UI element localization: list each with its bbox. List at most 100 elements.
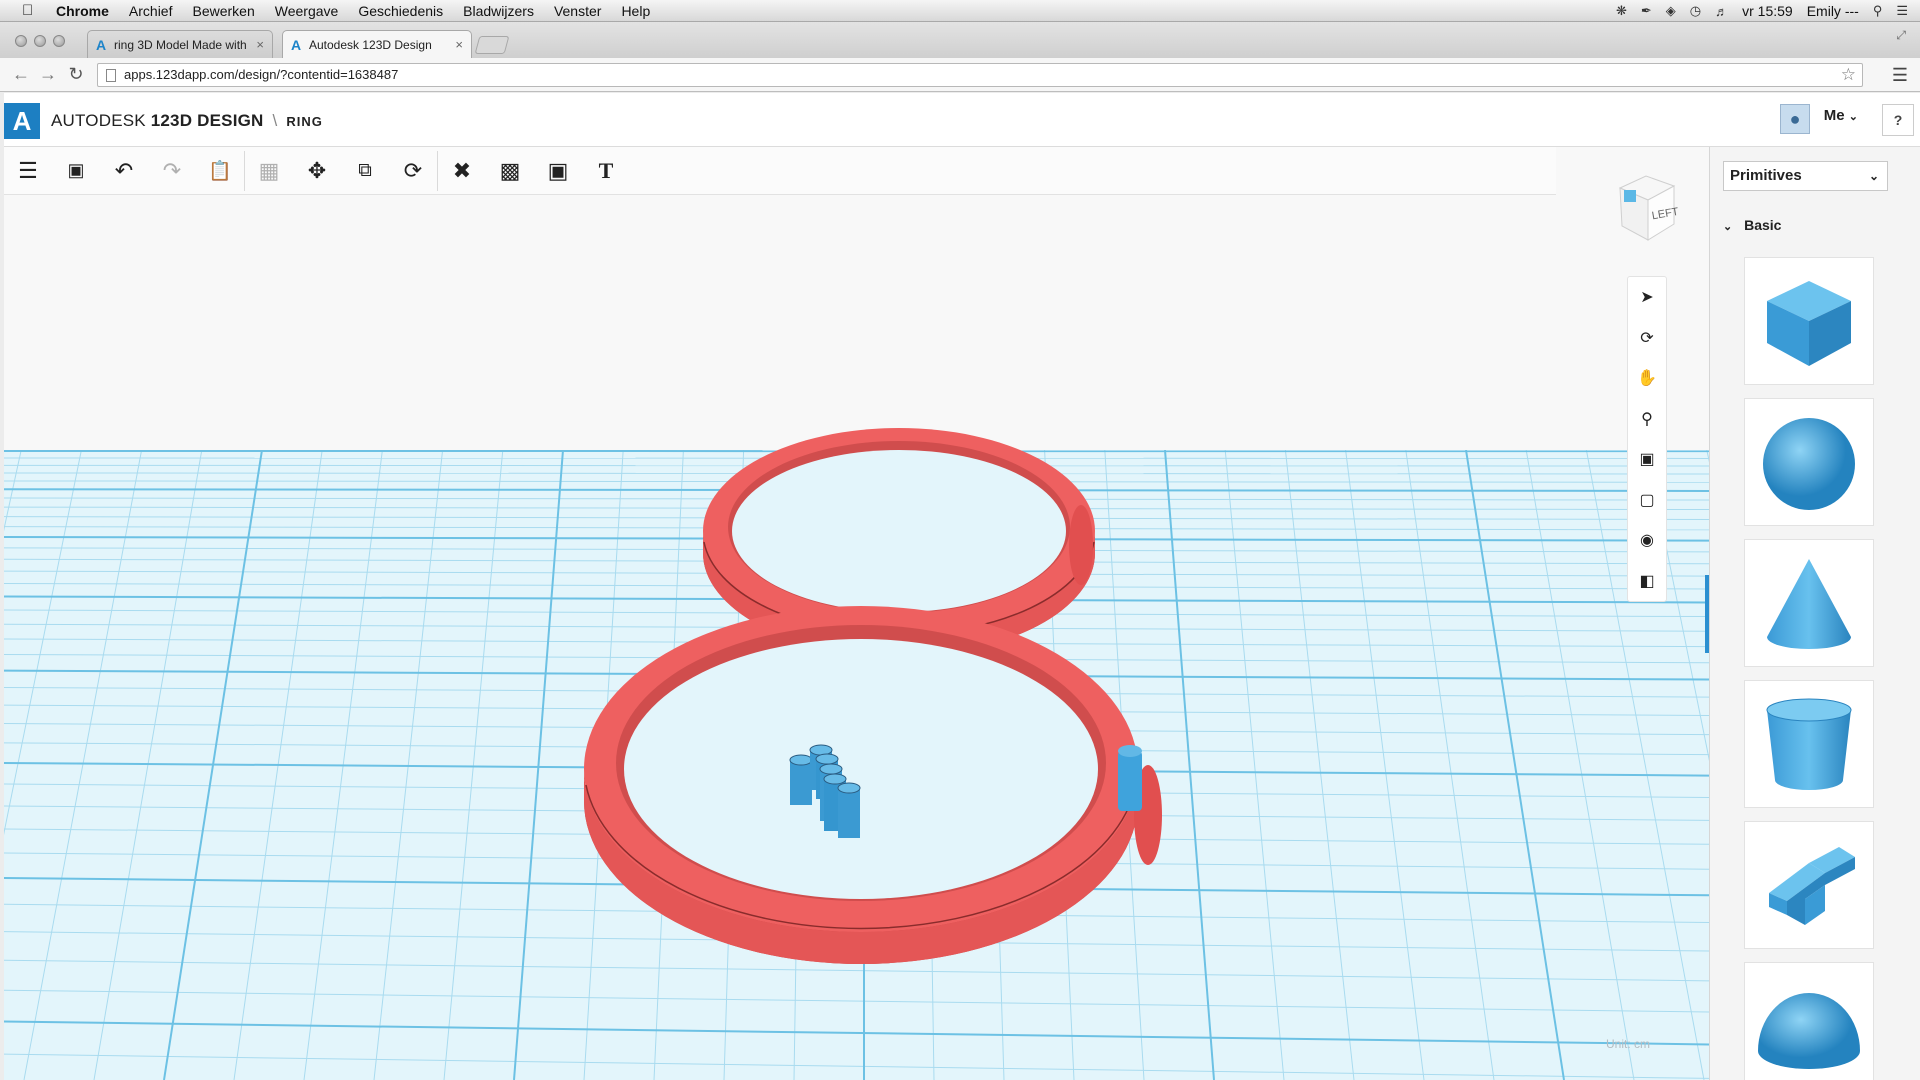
mac-menubar:  Chrome Archief Bewerken Weergave Gesch… xyxy=(0,0,1920,22)
menubar-clock[interactable]: vr 15:59 xyxy=(1742,3,1793,19)
tab-label: ring 3D Model Made with 1 xyxy=(114,37,251,52)
menu-venster[interactable]: Venster xyxy=(554,3,601,19)
fit-frame-icon: ▣ xyxy=(1639,451,1655,469)
menubar-user[interactable]: Emily --- xyxy=(1807,3,1859,19)
select-tool-button[interactable]: ➤ xyxy=(1628,277,1666,318)
move-arrows-icon: ✥ xyxy=(307,157,327,183)
fit-view-button[interactable]: ▣ xyxy=(1628,439,1666,480)
redo-icon: ↷ xyxy=(162,157,182,183)
chevron-down-icon: ⌄ xyxy=(1723,221,1733,233)
redo-button[interactable]: ↷ xyxy=(148,149,196,193)
app-title: AUTODESK 123D DESIGN \ RING xyxy=(51,111,323,131)
apple-icon[interactable]:  xyxy=(22,2,42,19)
cursor-arrow-icon: ➤ xyxy=(1640,289,1654,307)
avatar[interactable]: ● xyxy=(1780,104,1810,134)
browser-tab-autodesk-123d[interactable]: A Autodesk 123D Design × xyxy=(282,30,472,58)
spotlight-search-icon[interactable]: ⚲ xyxy=(1873,3,1883,19)
primitive-box[interactable] xyxy=(1744,257,1874,385)
forward-arrow-icon[interactable]: → xyxy=(38,64,58,85)
scene-canvas[interactable] xyxy=(4,147,1709,1080)
combine-button[interactable]: ▣ xyxy=(534,149,582,193)
add-primitive-button[interactable]: ▩ xyxy=(486,149,534,193)
sketch-plane-button[interactable]: ▦ xyxy=(245,149,293,193)
app-header: A AUTODESK 123D DESIGN \ RING ● Me ⌄ ? xyxy=(4,93,1920,147)
orbit-button[interactable]: ⟳ xyxy=(1628,318,1666,359)
reload-icon[interactable]: ↻ xyxy=(66,64,86,85)
address-bar[interactable]: apps.123dapp.com/design/?contentid=16384… xyxy=(97,63,1863,87)
pan-button[interactable]: ✋ xyxy=(1628,358,1666,399)
autodesk-favicon-icon: A xyxy=(96,36,107,53)
save-button[interactable]: ▣ xyxy=(52,149,100,193)
title-separator: \ xyxy=(272,111,278,130)
gear-icon[interactable]: ❋ xyxy=(1616,3,1627,19)
hemisphere-icon xyxy=(1758,993,1860,1069)
menu-bewerken[interactable]: Bewerken xyxy=(192,3,254,19)
menu-help[interactable]: Help xyxy=(621,3,650,19)
bookmark-star-icon[interactable]: ☆ xyxy=(1841,64,1856,86)
primitive-cone[interactable] xyxy=(1744,539,1874,667)
undo-button[interactable]: ↶ xyxy=(100,149,148,193)
help-button[interactable]: ? xyxy=(1882,104,1914,136)
menu-geschiedenis[interactable]: Geschiedenis xyxy=(358,3,443,19)
account-menu-button[interactable]: Me ⌄ xyxy=(1824,107,1858,124)
window-close-button[interactable] xyxy=(15,35,27,47)
back-arrow-icon[interactable]: ← xyxy=(11,64,31,85)
primitive-cylinder[interactable] xyxy=(1744,680,1874,808)
chevron-down-icon: ⌄ xyxy=(1868,169,1879,183)
modify-tools-button[interactable]: ✖ xyxy=(438,149,486,193)
menu-archief[interactable]: Archief xyxy=(129,3,173,19)
menu-bladwijzers[interactable]: Bladwijzers xyxy=(463,3,534,19)
notification-list-icon[interactable]: ☰ xyxy=(1896,3,1908,19)
polyline-box-icon xyxy=(1769,847,1855,925)
brand-123d: 123D xyxy=(150,111,193,130)
move-button[interactable]: ✥ xyxy=(293,149,341,193)
tab-close-icon[interactable]: × xyxy=(455,37,463,52)
window-zoom-button[interactable] xyxy=(53,35,65,47)
browser-toolbar: ← → ↻ apps.123dapp.com/design/?contentid… xyxy=(0,58,1920,92)
pen-icon[interactable]: ✒ xyxy=(1641,3,1652,19)
browser-tab-ring-model[interactable]: A ring 3D Model Made with 1 × xyxy=(87,30,273,58)
browser-tabstrip: A ring 3D Model Made with 1 × A Autodesk… xyxy=(0,22,1920,58)
autodesk-logo-icon[interactable]: A xyxy=(4,103,40,139)
primitive-polyline[interactable] xyxy=(1744,821,1874,949)
orbit-icon: ⟳ xyxy=(1640,329,1654,347)
brand-design: DESIGN xyxy=(197,111,264,130)
project-name[interactable]: RING xyxy=(286,114,323,129)
page-icon xyxy=(106,69,116,82)
time-machine-icon[interactable]: ◷ xyxy=(1690,3,1701,19)
paste-button[interactable]: 📋 xyxy=(196,149,244,193)
brand-autodesk: AUTODESK xyxy=(51,111,146,130)
boolean-icon: ▣ xyxy=(547,157,569,183)
basic-section-header[interactable]: ⌄ Basic xyxy=(1723,217,1781,233)
text-button[interactable]: T xyxy=(582,149,630,193)
box-icon xyxy=(1767,281,1851,366)
primitive-sphere[interactable] xyxy=(1744,398,1874,526)
zoom-selected-icon: ▢ xyxy=(1639,491,1655,509)
zoom-button[interactable]: ⚲ xyxy=(1628,399,1666,440)
volume-icon[interactable]: ♬ xyxy=(1715,4,1728,19)
rotate-icon: ⟳ xyxy=(403,157,423,183)
window-minimize-button[interactable] xyxy=(34,35,46,47)
material-button[interactable]: ◧ xyxy=(1628,561,1666,602)
zoom-selected-button[interactable]: ▢ xyxy=(1628,480,1666,521)
tools-icon: ✖ xyxy=(452,157,472,183)
primitive-hemisphere[interactable] xyxy=(1744,962,1874,1080)
menu-chrome[interactable]: Chrome xyxy=(56,3,109,19)
chrome-menu-icon[interactable]: ☰ xyxy=(1892,65,1908,86)
fullscreen-icon[interactable]: ⤢ xyxy=(1896,28,1906,43)
main-menu-button[interactable]: ☰ xyxy=(4,149,52,193)
scale-button[interactable]: ⧉ xyxy=(341,149,389,193)
view-cube[interactable]: LEFT xyxy=(1616,172,1678,242)
primitives-dropdown[interactable]: Primitives ⌄ xyxy=(1723,161,1888,191)
wifi-icon[interactable]: ◈ xyxy=(1666,3,1676,19)
new-tab-button[interactable] xyxy=(474,36,510,54)
unit-label: Unit: cm xyxy=(1606,1037,1651,1051)
tab-close-icon[interactable]: × xyxy=(256,37,264,52)
cylinder-icon xyxy=(1766,698,1852,790)
primitives-panel: Primitives ⌄ ⌄ Basic xyxy=(1709,147,1920,1080)
menu-weergave[interactable]: Weergave xyxy=(275,3,339,19)
visibility-button[interactable]: ◉ xyxy=(1628,520,1666,561)
account-label: Me xyxy=(1823,107,1845,124)
rotate-button[interactable]: ⟳ xyxy=(389,149,437,193)
3d-viewport[interactable] xyxy=(4,147,1709,1080)
